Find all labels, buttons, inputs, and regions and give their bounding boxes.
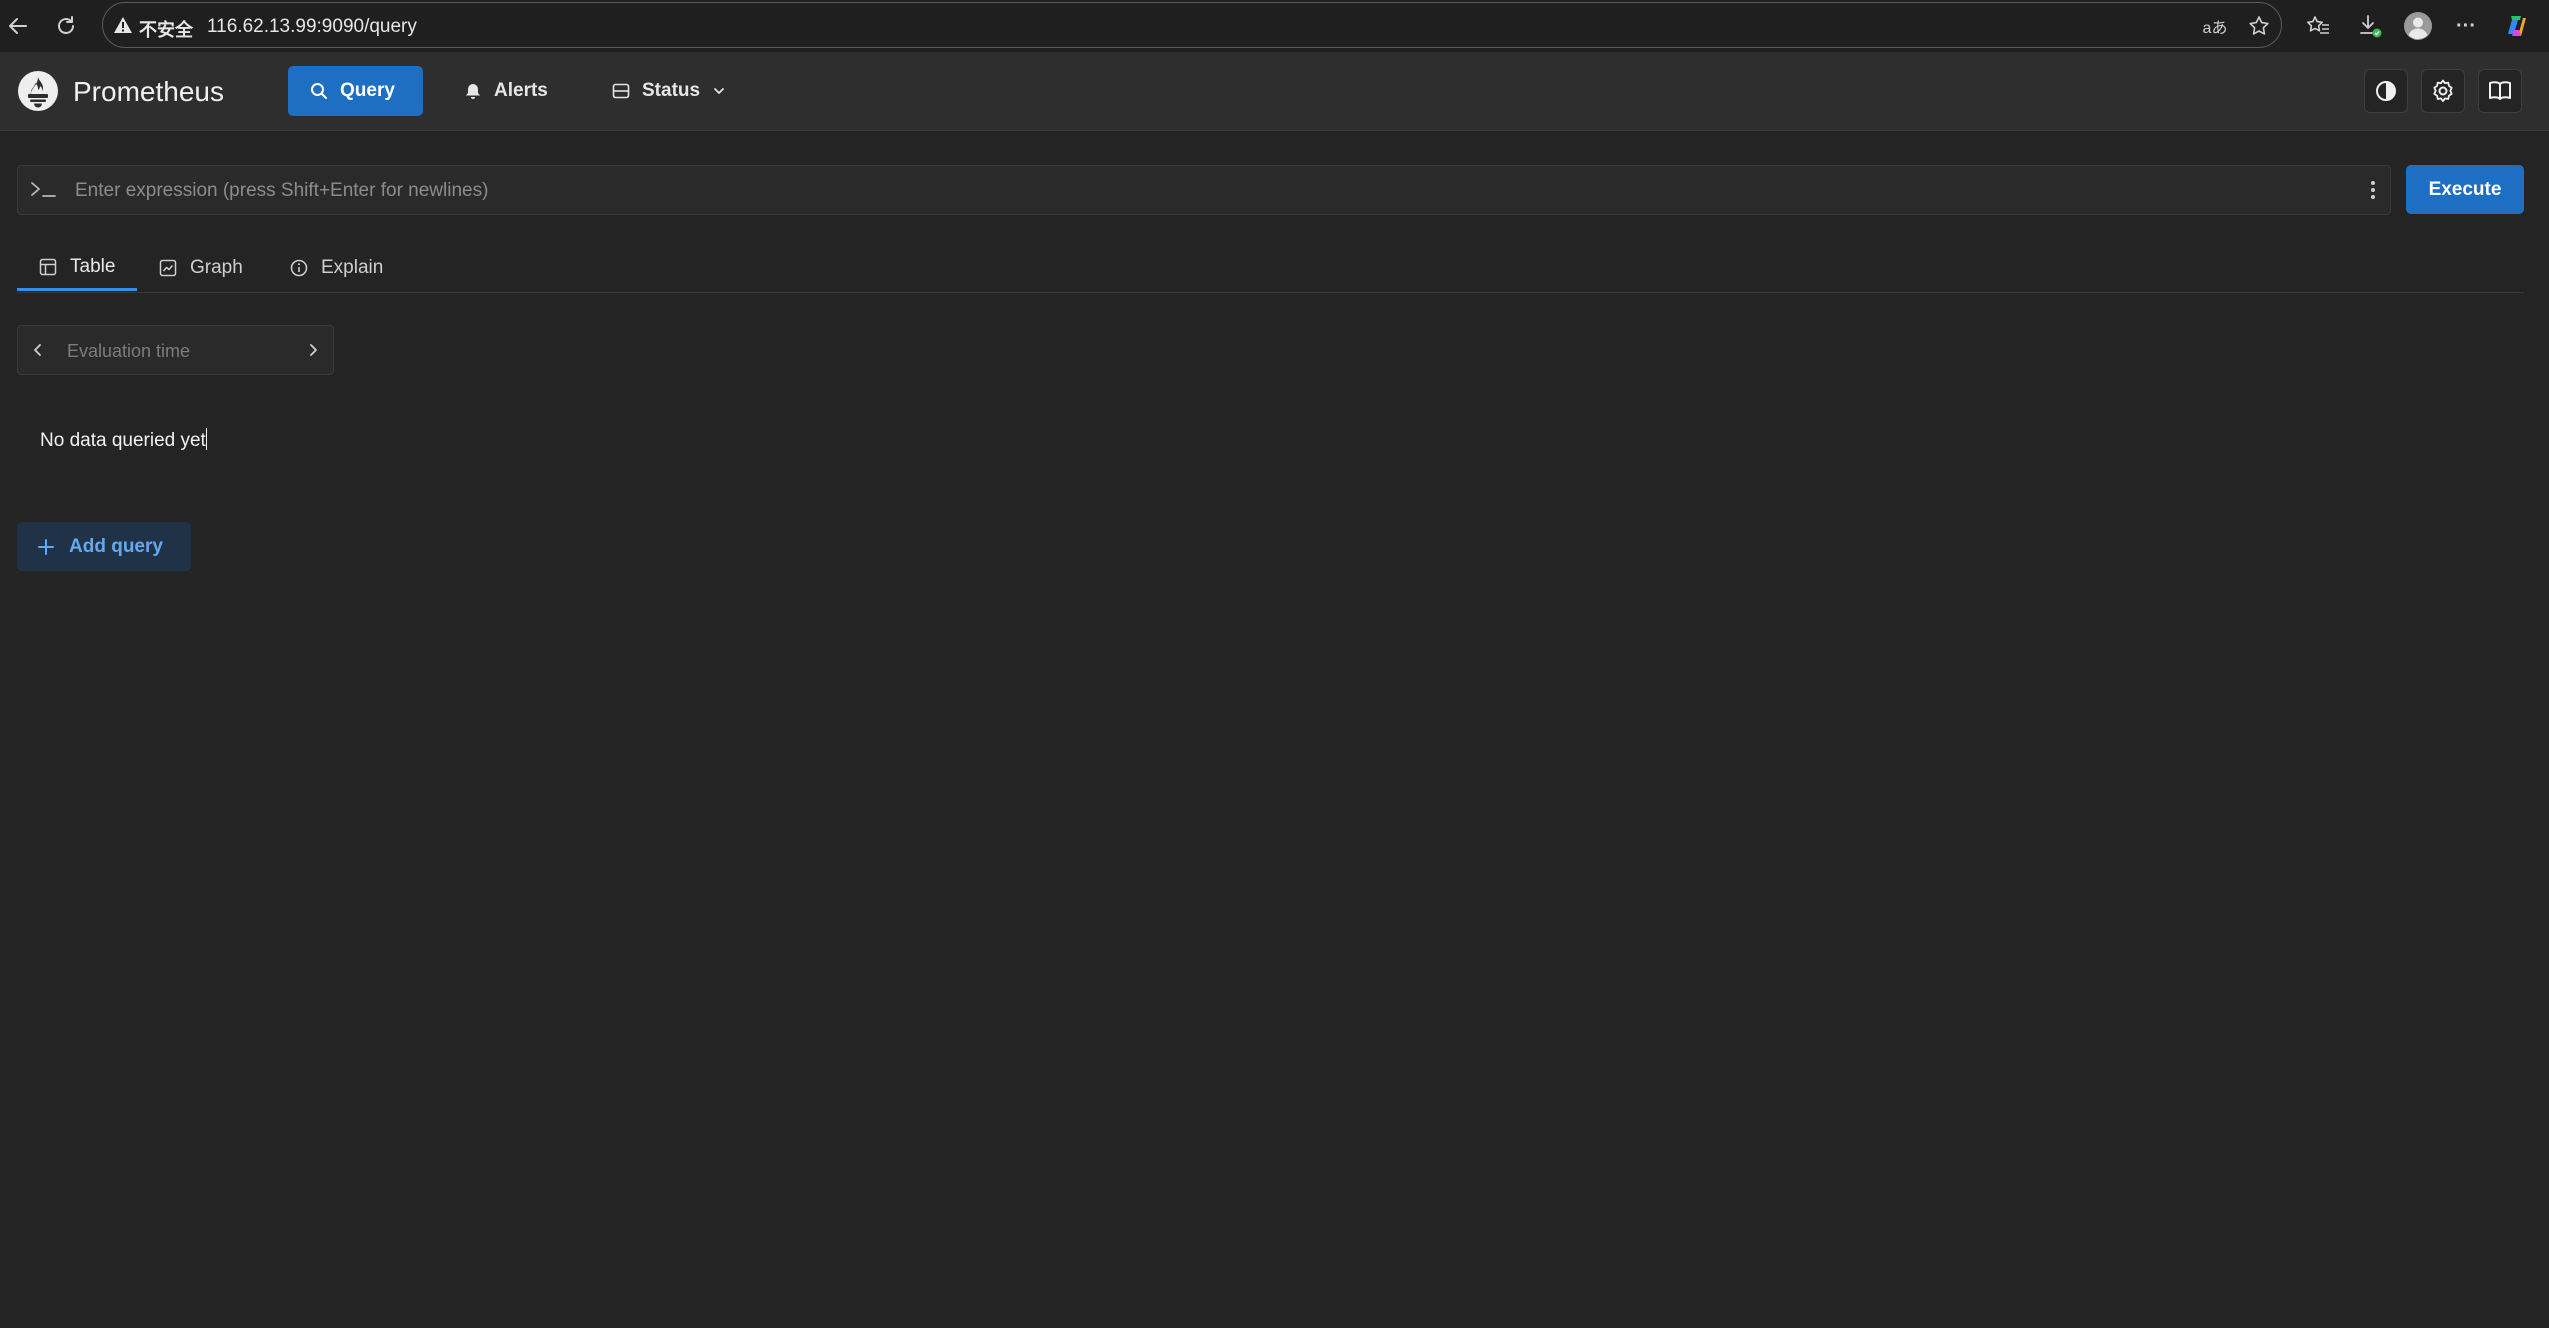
chevron-down-icon [714,88,724,94]
add-query-button[interactable]: Add query [17,522,191,571]
brand-title[interactable]: Prometheus [73,76,224,108]
search-icon [311,83,327,99]
warning-icon [113,15,133,35]
tab-explain-label: Explain [321,257,384,278]
chevron-right-icon[interactable] [293,326,333,374]
graph-icon [159,259,177,277]
browser-toolbar: 不安全 116.62.13.99:9090/query aあ ··· [0,0,2549,53]
download-icon[interactable] [2354,10,2386,42]
info-icon [290,259,308,277]
address-bar[interactable]: 不安全 116.62.13.99:9090/query aあ [102,2,2282,48]
profile-icon[interactable] [2402,10,2434,42]
copilot-icon[interactable] [2500,10,2532,42]
tab-explain[interactable]: Explain [268,245,405,291]
add-query-label: Add query [69,535,163,557]
execute-button[interactable]: Execute [2406,165,2524,214]
kebab-menu-icon[interactable] [2370,179,2376,201]
empty-result-message: No data queried yet [40,428,207,452]
settings-icon[interactable] [2421,69,2465,113]
evaluation-time-picker [17,325,334,376]
evaluation-time-input[interactable] [65,326,299,376]
back-icon[interactable] [2,10,34,42]
nav-alerts-label: Alerts [494,80,548,101]
docs-book-icon[interactable] [2478,69,2522,113]
theme-toggle-icon[interactable] [2364,69,2408,113]
tab-table-label: Table [70,255,116,277]
nav-status-label: Status [642,80,701,101]
security-label: 不安全 [139,20,193,40]
more-icon[interactable]: ··· [2450,10,2482,42]
translate-icon[interactable]: aあ [2201,12,2229,40]
bell-icon [466,84,480,99]
empty-result-text: No data queried yet [40,430,206,451]
reload-icon[interactable] [50,10,82,42]
chevron-left-icon[interactable] [18,326,58,374]
terminal-prompt-icon [30,180,58,200]
text-caret [205,428,207,450]
app-header: Prometheus Query Alerts Status [0,53,2549,131]
nav-alerts-button[interactable]: Alerts [442,66,570,116]
prometheus-logo-icon[interactable] [17,70,59,112]
tab-graph-label: Graph [190,257,243,278]
plus-icon [38,538,54,555]
tab-graph[interactable]: Graph [137,245,265,291]
table-icon [39,258,57,275]
server-icon [612,83,630,99]
url-text[interactable]: 116.62.13.99:9090/query [207,16,417,38]
favorites-icon[interactable] [2302,10,2334,42]
result-tabs: Table Graph Explain [17,245,2524,293]
tab-table[interactable]: Table [17,245,138,291]
star-icon[interactable] [2245,12,2273,40]
nav-status-dropdown[interactable]: Status [590,66,748,116]
nav-query-label: Query [340,80,395,101]
expression-input-box[interactable] [17,165,2391,216]
expression-input[interactable] [73,166,2347,216]
nav-query-button[interactable]: Query [288,66,423,116]
